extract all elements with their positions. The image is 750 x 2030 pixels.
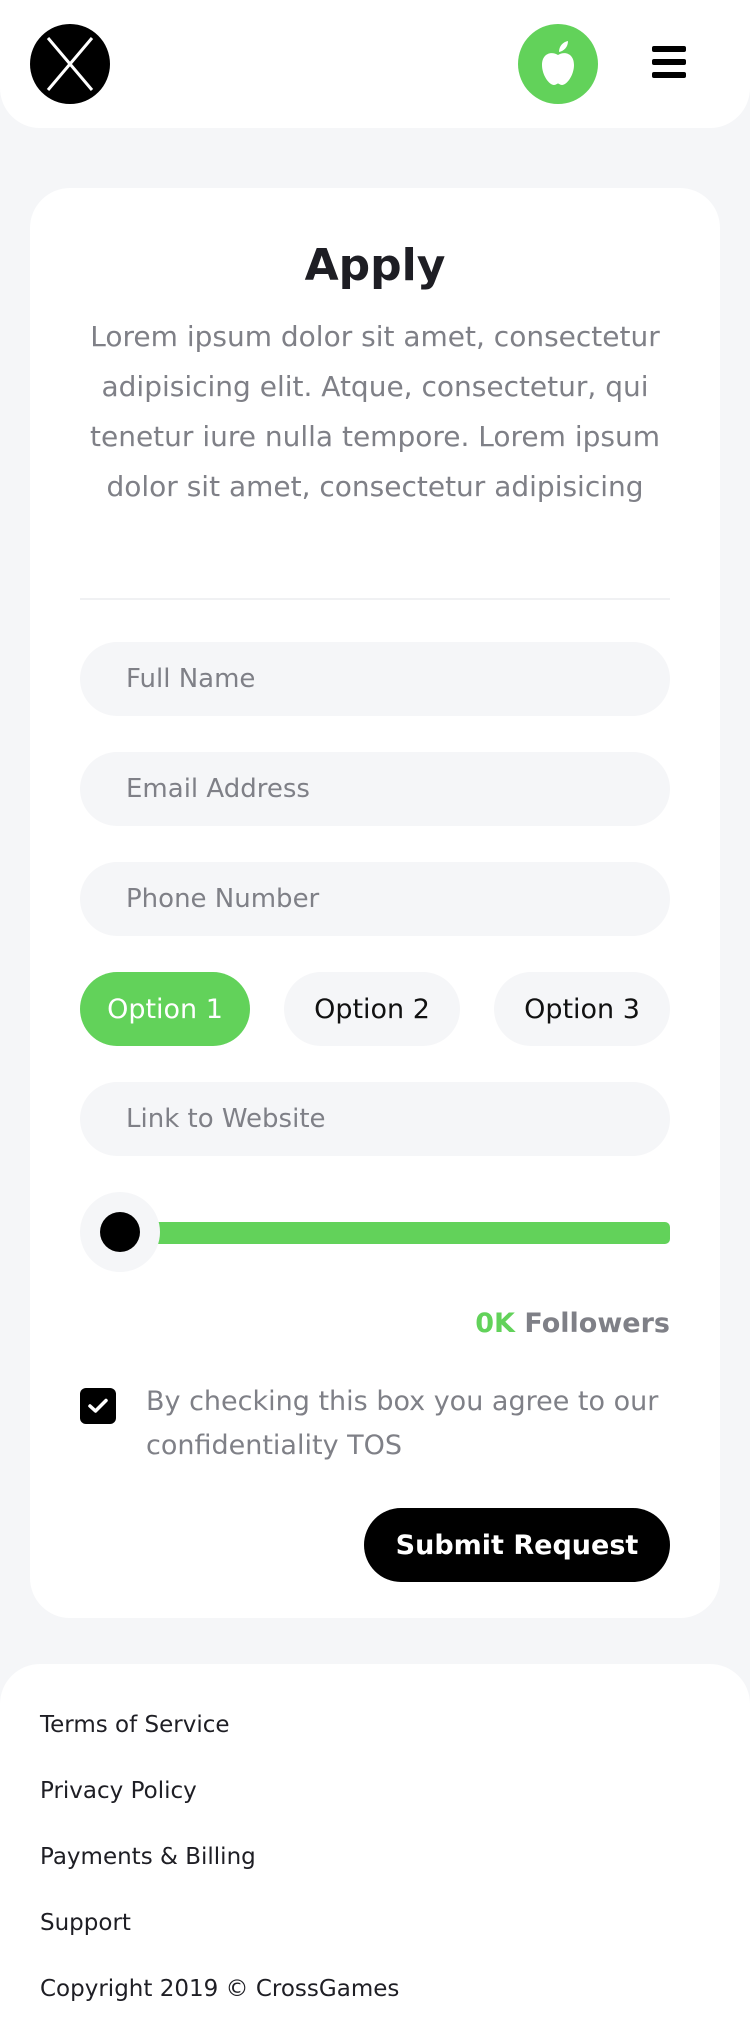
- option-3-button[interactable]: Option 3: [494, 972, 670, 1046]
- followers-readout: 0K Followers: [330, 1308, 670, 1339]
- footer-copyright: Copyright 2019 © CrossGames: [40, 1976, 400, 2002]
- footer: Terms of Service Privacy Policy Payments…: [0, 1664, 750, 2030]
- footer-link-support[interactable]: Support: [40, 1910, 131, 1936]
- cross-logo-icon[interactable]: [30, 24, 110, 104]
- hamburger-menu-icon[interactable]: [652, 40, 696, 84]
- footer-link-payments[interactable]: Payments & Billing: [40, 1844, 256, 1870]
- option-1-button[interactable]: Option 1: [80, 972, 250, 1046]
- phone-input[interactable]: [80, 862, 670, 936]
- tos-checkbox-label: By checking this box you agree to our co…: [146, 1386, 659, 1461]
- website-input[interactable]: [80, 1082, 670, 1156]
- followers-slider-thumb[interactable]: [80, 1192, 160, 1272]
- checkmark-icon: [88, 1398, 108, 1413]
- email-input[interactable]: [80, 752, 670, 826]
- footer-link-privacy[interactable]: Privacy Policy: [40, 1778, 197, 1804]
- divider: [80, 598, 670, 600]
- header: [0, 0, 750, 128]
- full-name-input[interactable]: [80, 642, 670, 716]
- followers-count: 0K: [475, 1308, 515, 1339]
- apply-form-card: Apply Lorem ipsum dolor sit amet, consec…: [30, 188, 720, 1618]
- apple-button[interactable]: [518, 24, 598, 104]
- option-2-button[interactable]: Option 2: [284, 972, 460, 1046]
- form-title: Apply: [304, 240, 446, 291]
- followers-label: Followers: [524, 1308, 670, 1339]
- footer-link-terms[interactable]: Terms of Service: [40, 1712, 230, 1738]
- apple-icon: [542, 41, 574, 85]
- form-description: Lorem ipsum dolor sit amet, consectetur …: [90, 320, 660, 503]
- followers-slider-track[interactable]: [130, 1222, 670, 1244]
- submit-request-button[interactable]: Submit Request: [364, 1508, 670, 1582]
- tos-checkbox[interactable]: [80, 1388, 116, 1424]
